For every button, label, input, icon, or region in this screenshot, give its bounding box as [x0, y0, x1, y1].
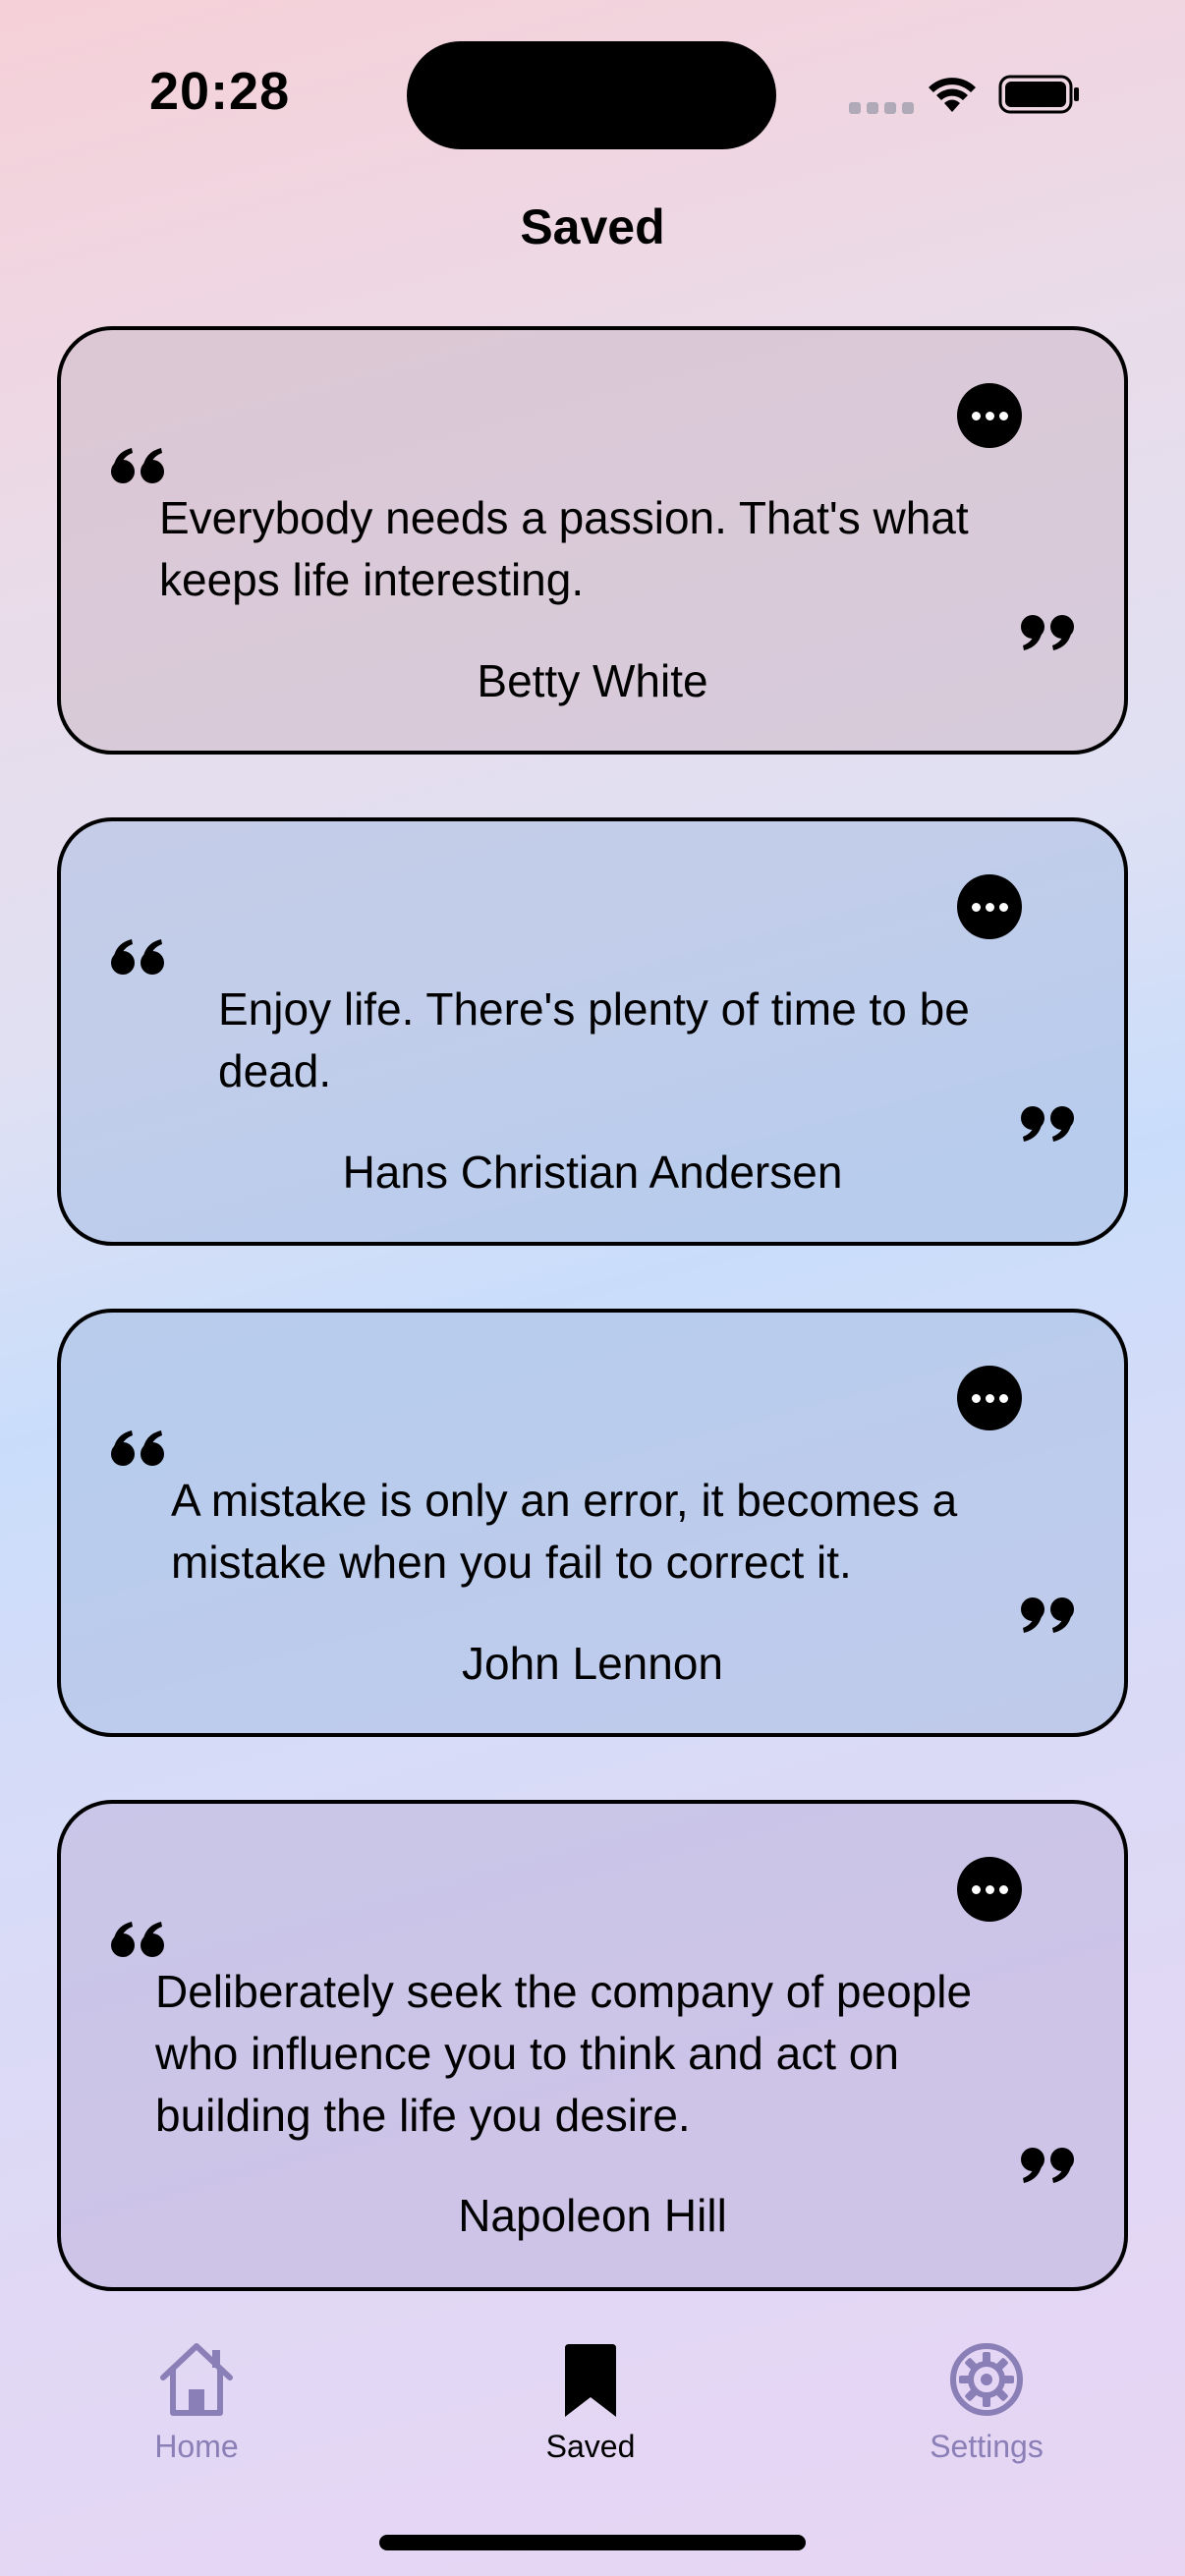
status-time: 20:28	[149, 62, 291, 121]
cellular-signal-icon	[849, 102, 914, 114]
quote-text: Enjoy life. There's plenty of time to be…	[218, 983, 970, 1096]
quote-author: Betty White	[477, 655, 708, 706]
close-quote-icon	[1021, 1597, 1074, 1633]
tab-bar: Home Saved Settings	[0, 2338, 1185, 2486]
more-options-button[interactable]	[957, 1857, 1022, 1922]
close-quote-icon	[1021, 1106, 1074, 1142]
open-quote-icon	[111, 1922, 164, 1957]
quote-card: Deliberately seek the company of people …	[57, 1800, 1128, 2291]
close-quote-icon	[1021, 615, 1074, 650]
tab-label: Saved	[545, 2429, 636, 2464]
quote-card: Everybody needs a passion. That's what k…	[57, 326, 1128, 755]
tab-settings[interactable]: Settings	[878, 2338, 1095, 2465]
more-options-button[interactable]	[957, 383, 1022, 448]
home-indicator[interactable]	[379, 2535, 806, 2550]
battery-icon	[998, 75, 1079, 114]
status-bar: 20:28	[0, 0, 1185, 187]
gear-icon	[950, 2343, 1023, 2416]
page-title: Saved	[520, 199, 665, 254]
dynamic-island	[407, 41, 776, 149]
tab-home[interactable]: Home	[88, 2338, 305, 2465]
quote-author: Napoleon Hill	[458, 2190, 727, 2241]
open-quote-icon	[111, 448, 164, 483]
tab-saved[interactable]: Saved	[482, 2338, 699, 2465]
more-options-button[interactable]	[957, 874, 1022, 939]
open-quote-icon	[111, 939, 164, 975]
house-icon	[160, 2343, 233, 2416]
tab-label: Home	[154, 2429, 239, 2464]
quote-text: Everybody needs a passion. That's what k…	[159, 492, 969, 605]
quote-author: Hans Christian Andersen	[342, 1147, 843, 1198]
quote-card: A mistake is only an error, it becomes a…	[57, 1309, 1128, 1737]
bookmark-icon	[565, 2344, 616, 2417]
more-options-button[interactable]	[957, 1366, 1022, 1430]
wifi-icon	[929, 78, 976, 112]
tab-label: Settings	[930, 2429, 1044, 2464]
quote-author: John Lennon	[461, 1638, 724, 1689]
quote-text: A mistake is only an error, it becomes a…	[171, 1475, 958, 1588]
close-quote-icon	[1021, 2148, 1074, 2183]
quote-card: Enjoy life. There's plenty of time to be…	[57, 817, 1128, 1246]
quote-text: Deliberately seek the company of people …	[155, 1966, 973, 2141]
open-quote-icon	[111, 1430, 164, 1466]
